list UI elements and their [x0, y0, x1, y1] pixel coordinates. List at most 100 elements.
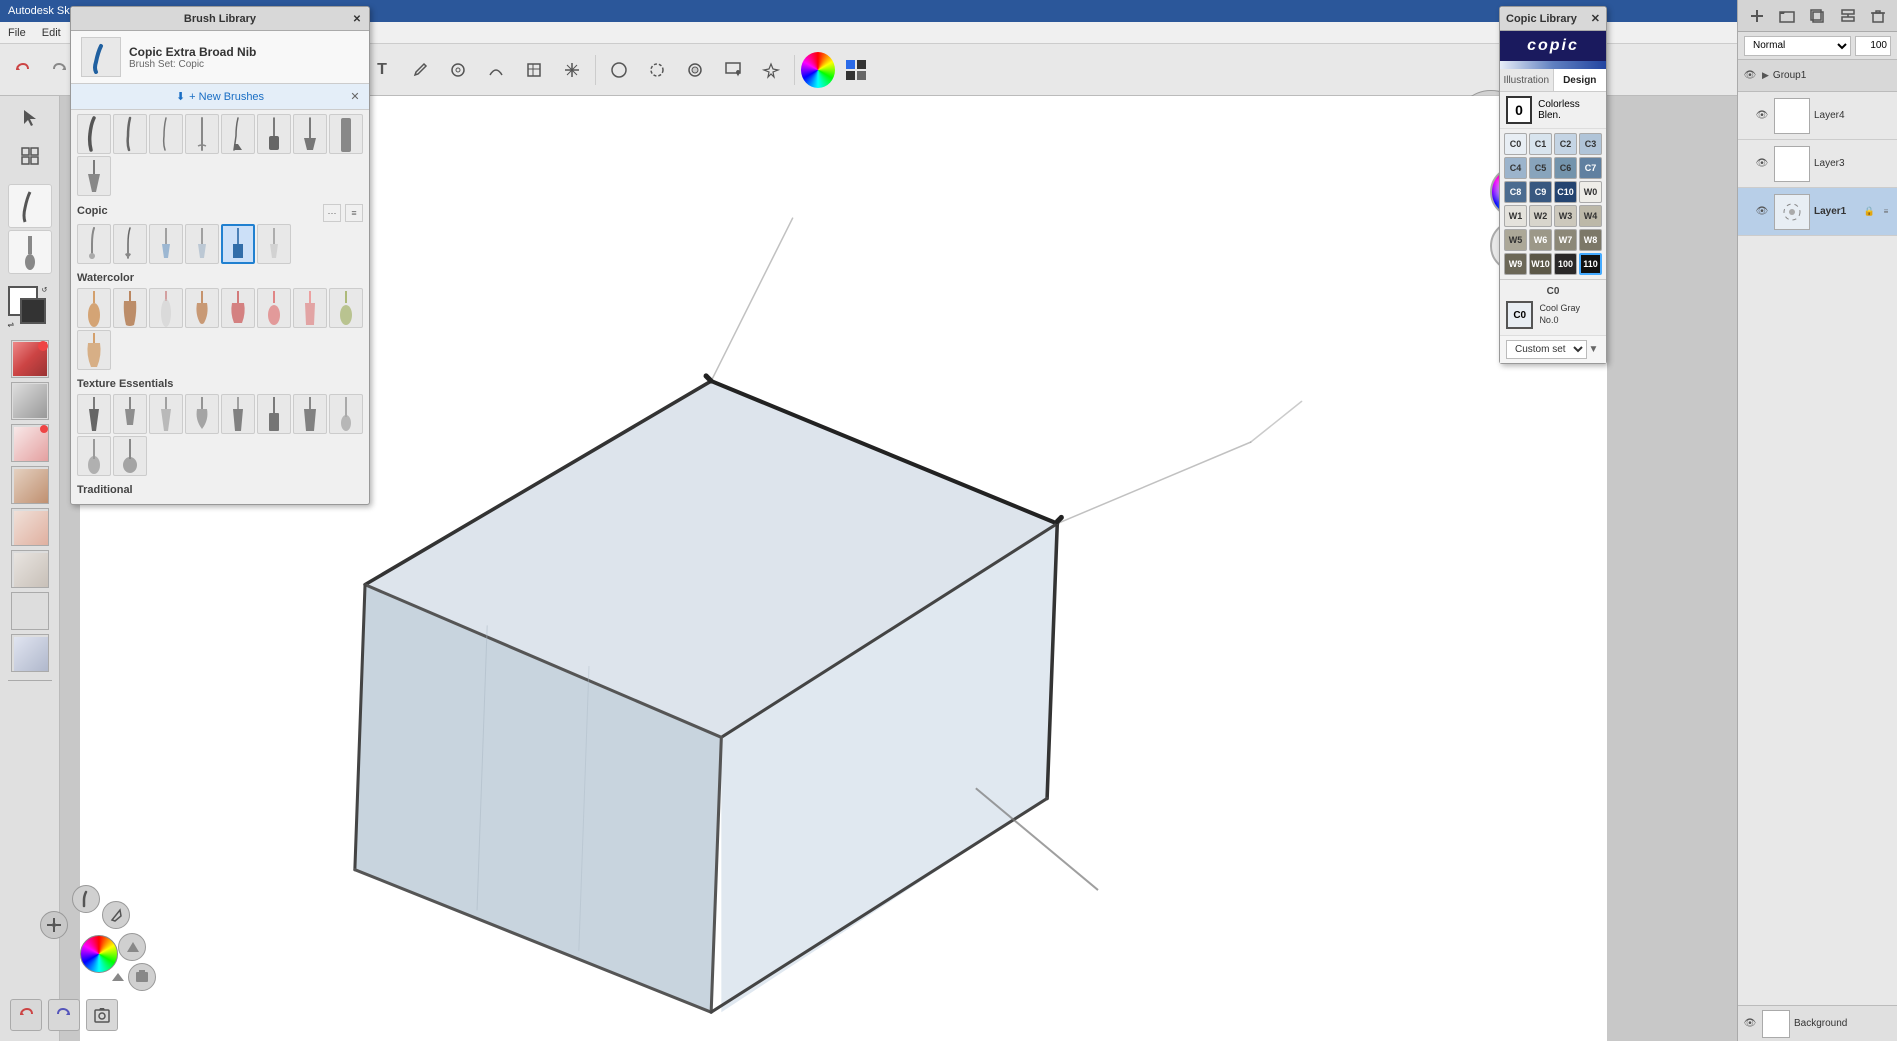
copic-btn-C5[interactable]: C5: [1529, 157, 1552, 179]
brush-library-close[interactable]: ✕: [349, 11, 365, 27]
copic-btn-W7[interactable]: W7: [1554, 229, 1577, 251]
copic-btn-C2[interactable]: C2: [1554, 133, 1577, 155]
copic-btn-100[interactable]: 100: [1554, 253, 1577, 275]
copic-btn-W9[interactable]: W9: [1504, 253, 1527, 275]
fill-tool-button[interactable]: [715, 52, 751, 88]
copic-btn-W3[interactable]: W3: [1554, 205, 1577, 227]
color-wheel-button[interactable]: [800, 52, 836, 88]
swatches-button[interactable]: [838, 52, 874, 88]
brush-thumb-6[interactable]: [257, 114, 291, 154]
eraser-button[interactable]: [601, 52, 637, 88]
wc-brush-4[interactable]: [185, 288, 219, 328]
layer4-visibility[interactable]: 👁: [1754, 108, 1770, 124]
copic-btn-W6[interactable]: W6: [1529, 229, 1552, 251]
color-chip-red[interactable]: [11, 340, 49, 378]
reset-colors-icon[interactable]: ↺: [42, 286, 52, 296]
group1-expand-icon[interactable]: ▶: [1762, 70, 1769, 81]
layer-item-layer3[interactable]: 👁 Layer3: [1738, 140, 1897, 188]
te-brush-4[interactable]: [185, 394, 219, 434]
blend-mode-select[interactable]: Normal Multiply Screen Overlay: [1744, 36, 1851, 56]
copic-brush-2[interactable]: [113, 224, 147, 264]
copic-btn-C0[interactable]: C0: [1504, 133, 1527, 155]
brush-thumb-7[interactable]: [293, 114, 327, 154]
wc-brush-6[interactable]: [257, 288, 291, 328]
te-brush-10[interactable]: [113, 436, 147, 476]
te-brush-9[interactable]: [77, 436, 111, 476]
bottom-redo-button[interactable]: [48, 999, 80, 1031]
color-chip-7[interactable]: [11, 592, 49, 630]
brush-thumb-3[interactable]: [149, 114, 183, 154]
layer-item-layer1[interactable]: 👁 Layer1 🔒 ≡: [1738, 188, 1897, 236]
delete-layer-button[interactable]: [1866, 4, 1890, 28]
brush-thumb-9[interactable]: [77, 156, 111, 196]
bg-visibility[interactable]: 👁: [1742, 1016, 1758, 1032]
brush-scroll-area[interactable]: Copic ⋯ ≡ Watercolor: [71, 110, 369, 504]
copic-brush-3[interactable]: [149, 224, 183, 264]
copic-btn-C7[interactable]: C7: [1579, 157, 1602, 179]
wc-brush-9[interactable]: [77, 330, 111, 370]
background-color-swatch[interactable]: [20, 298, 46, 324]
sidebar-tool-grid[interactable]: [8, 138, 52, 174]
copic-btn-C3[interactable]: C3: [1579, 133, 1602, 155]
copic-btn-C9[interactable]: C9: [1529, 181, 1552, 203]
copic-btn-C8[interactable]: C8: [1504, 181, 1527, 203]
wc-brush-2[interactable]: [113, 288, 147, 328]
copic-btn-W5[interactable]: W5: [1504, 229, 1527, 251]
wc-brush-5[interactable]: [221, 288, 255, 328]
custom-set-dropdown[interactable]: Custom set Basic Skin tones Greens: [1506, 340, 1587, 359]
copic-btn-C1[interactable]: C1: [1529, 133, 1552, 155]
te-brush-8[interactable]: [329, 394, 363, 434]
color-chip-2[interactable]: [11, 382, 49, 420]
bottom-undo-button[interactable]: [10, 999, 42, 1031]
radial-center-button[interactable]: [40, 911, 68, 939]
te-brush-6[interactable]: [257, 394, 291, 434]
group1-visibility[interactable]: 👁: [1742, 68, 1758, 84]
te-brush-5[interactable]: [221, 394, 255, 434]
copic-brush-4[interactable]: [185, 224, 219, 264]
copic-btn-W10[interactable]: W10: [1529, 253, 1552, 275]
new-brushes-bar[interactable]: ⬇ + New Brushes ✕: [71, 84, 369, 110]
merge-layers-button[interactable]: [1836, 4, 1860, 28]
copic-brush-1[interactable]: [77, 224, 111, 264]
brush-thumb-2[interactable]: [113, 114, 147, 154]
brush-thumb-4[interactable]: [185, 114, 219, 154]
tab-design[interactable]: Design: [1554, 69, 1607, 91]
curve-tool-button[interactable]: [478, 52, 514, 88]
copic-btn-W2[interactable]: W2: [1529, 205, 1552, 227]
colorless-box[interactable]: 0: [1506, 96, 1532, 124]
copic-btn-W0[interactable]: W0: [1579, 181, 1602, 203]
pencil-tool-button[interactable]: [402, 52, 438, 88]
layer-item-layer4[interactable]: 👁 Layer4: [1738, 92, 1897, 140]
layers-list[interactable]: 👁 ▶ Group1 👁 Layer4 👁 Layer3 👁: [1738, 60, 1897, 1005]
shapes-button[interactable]: [440, 52, 476, 88]
copic-brush-6[interactable]: [257, 224, 291, 264]
wc-brush-1[interactable]: [77, 288, 111, 328]
add-layer-button[interactable]: [1745, 4, 1769, 28]
color-chip-4[interactable]: [11, 466, 49, 504]
left-brush-preview-1[interactable]: [8, 184, 52, 228]
color-chip-3[interactable]: [11, 424, 49, 462]
stitch-button[interactable]: [554, 52, 590, 88]
circle-select-button[interactable]: [639, 52, 675, 88]
menu-edit[interactable]: Edit: [34, 25, 69, 41]
wc-brush-8[interactable]: [329, 288, 363, 328]
radial-arrow-up[interactable]: [106, 967, 130, 991]
duplicate-layer-button[interactable]: [1805, 4, 1829, 28]
blend-button[interactable]: [677, 52, 713, 88]
copic-btn-C4[interactable]: C4: [1504, 157, 1527, 179]
color-chip-8[interactable]: [11, 634, 49, 672]
copic-section-filter[interactable]: ≡: [345, 204, 363, 222]
te-brush-2[interactable]: [113, 394, 147, 434]
opacity-input[interactable]: [1855, 36, 1891, 56]
bottom-snapshot-button[interactable]: [86, 999, 118, 1031]
brush-thumb-8[interactable]: [329, 114, 363, 154]
undo-button[interactable]: [4, 52, 40, 88]
copic-btn-C6[interactable]: C6: [1554, 157, 1577, 179]
sidebar-tool-pointer[interactable]: [8, 100, 52, 136]
copic-selected-swatch[interactable]: C0: [1506, 301, 1533, 329]
add-group-button[interactable]: [1775, 4, 1799, 28]
radial-pen-button[interactable]: [102, 901, 130, 929]
color-chip-6[interactable]: [11, 550, 49, 588]
color-chip-5[interactable]: [11, 508, 49, 546]
wc-brush-7[interactable]: [293, 288, 327, 328]
